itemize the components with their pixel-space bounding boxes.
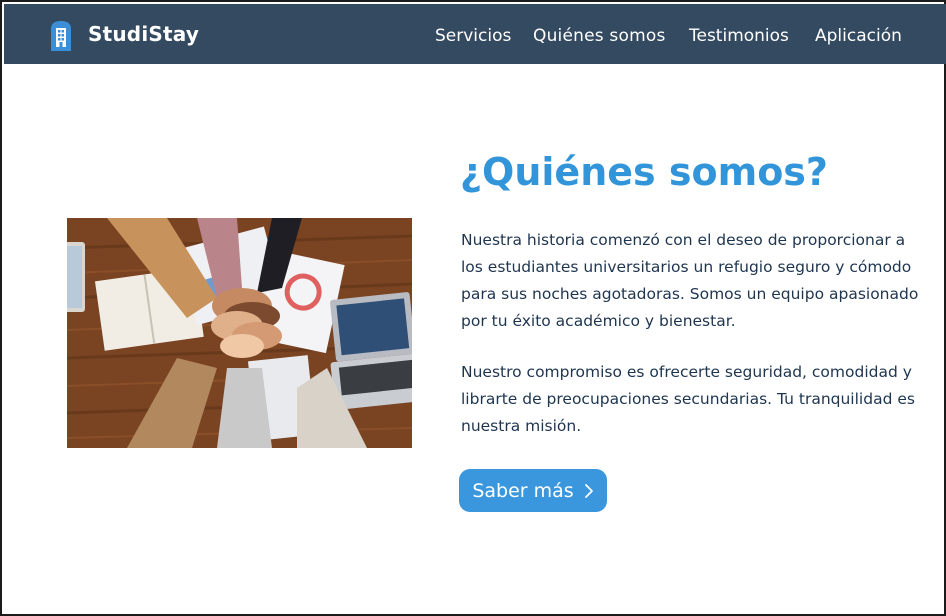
nav-link-aplicacion[interactable]: Aplicación: [815, 26, 902, 46]
nav-link-testimonios[interactable]: Testimonios: [689, 26, 789, 46]
nav-link-servicios[interactable]: Servicios: [435, 26, 511, 46]
chevron-right-icon: [584, 483, 593, 498]
navbar: StudiStay Servicios Quiénes somos Testim…: [4, 4, 946, 64]
team-photo: [67, 218, 412, 448]
about-paragraph-2: Nuestro compromiso es ofrecerte segurida…: [461, 363, 915, 435]
page-frame: StudiStay Servicios Quiénes somos Testim…: [0, 0, 946, 616]
brand-name[interactable]: StudiStay: [88, 22, 199, 46]
about-paragraph-1: Nuestra historia comenzó con el deseo de…: [461, 231, 919, 330]
nav-link-quienes-somos[interactable]: Quiénes somos: [533, 26, 666, 46]
saber-mas-label: Saber más: [472, 479, 574, 502]
saber-mas-button[interactable]: Saber más: [459, 469, 607, 512]
building-icon[interactable]: [48, 19, 74, 51]
page-title: ¿Quiénes somos?: [460, 150, 828, 194]
